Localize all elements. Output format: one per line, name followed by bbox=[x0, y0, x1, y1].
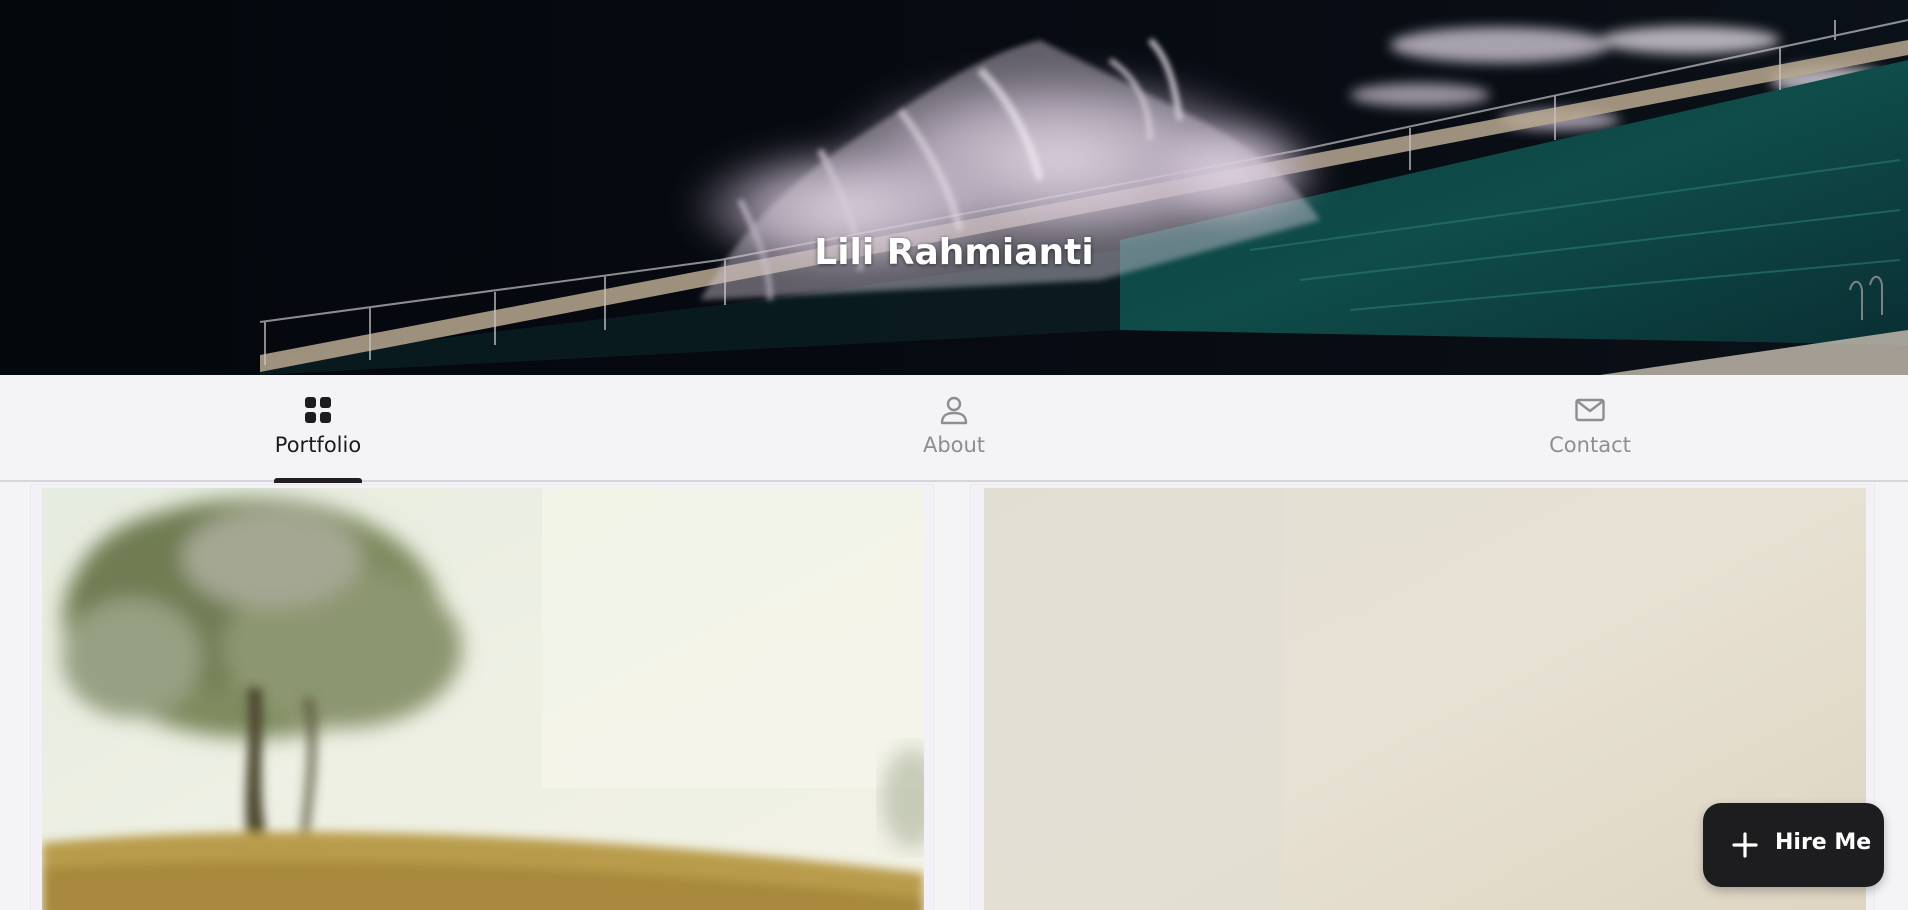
tab-bar: Portfolio About Contact bbox=[0, 375, 1908, 483]
cover-photo bbox=[0, 0, 1908, 375]
portfolio-grid bbox=[0, 484, 1908, 910]
hire-me-button[interactable]: Hire Me bbox=[1703, 803, 1884, 887]
person-icon bbox=[940, 396, 968, 425]
plus-icon bbox=[1732, 832, 1758, 858]
tab-contact[interactable]: Contact bbox=[1480, 375, 1700, 482]
tab-portfolio[interactable]: Portfolio bbox=[208, 375, 428, 482]
profile-name: Lili Rahmianti bbox=[814, 232, 1094, 273]
tab-about[interactable]: About bbox=[844, 375, 1064, 482]
hire-me-label: Hire Me bbox=[1775, 830, 1872, 855]
tab-contact-label: Contact bbox=[1549, 433, 1631, 457]
mail-icon bbox=[1575, 398, 1605, 422]
tab-about-label: About bbox=[922, 433, 986, 457]
grid-icon bbox=[305, 397, 331, 423]
tab-portfolio-label: Portfolio bbox=[274, 433, 362, 457]
active-tab-indicator bbox=[274, 478, 362, 483]
portfolio-image-tree[interactable] bbox=[42, 488, 924, 910]
cover-header: Lili Rahmianti bbox=[0, 0, 1908, 375]
